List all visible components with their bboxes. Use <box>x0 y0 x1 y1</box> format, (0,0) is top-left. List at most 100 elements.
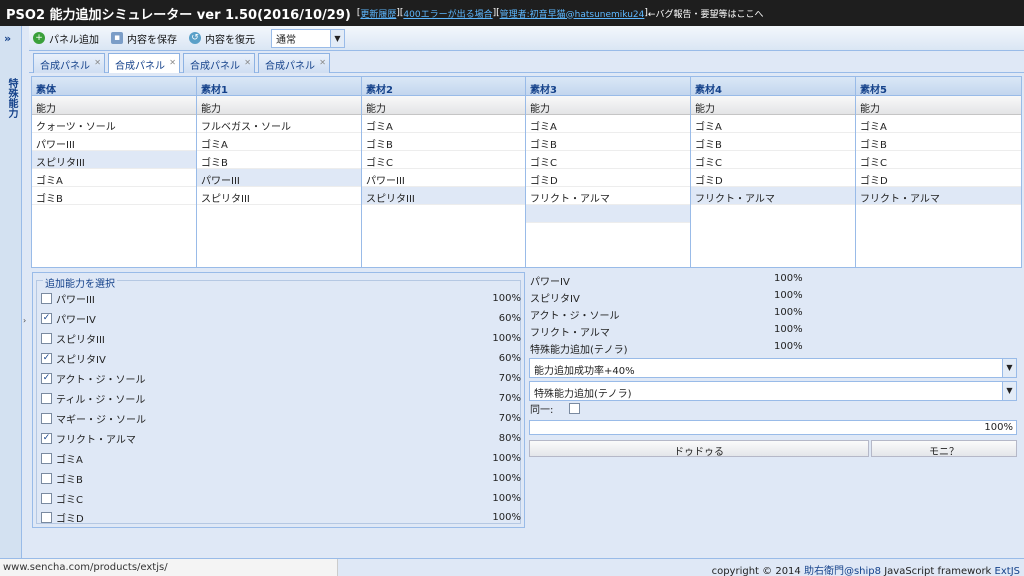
grid-row[interactable]: ゴミA <box>526 115 690 133</box>
admin-link[interactable]: 管理者:初音早猫@hatsunemiku24 <box>500 7 645 20</box>
grid-row[interactable]: パワーIII <box>197 169 361 187</box>
grid-row[interactable]: ゴミB <box>197 151 361 169</box>
grid-title: 素材4 <box>691 77 855 96</box>
grid-row[interactable]: フリクト・アルマ <box>856 187 1021 205</box>
grid-row[interactable]: ゴミB <box>362 133 525 151</box>
expand-sidebar-icon[interactable]: » <box>4 32 11 45</box>
grid-row[interactable]: ゴミC <box>691 151 855 169</box>
grid-row-empty[interactable] <box>526 205 690 223</box>
grid-row[interactable]: ゴミB <box>526 133 690 151</box>
close-icon[interactable]: ✕ <box>244 58 251 67</box>
checkbox[interactable]: ✓ <box>41 372 52 384</box>
bug-report-note: ←バグ報告・要望等はここへ <box>647 9 764 20</box>
result-row: 特殊能力追加(テノラ) 100% <box>530 339 830 356</box>
grid-row[interactable]: スピリタIII <box>197 187 361 205</box>
boost-item-select[interactable]: 能力追加成功率+40% ▼ <box>529 358 1017 378</box>
grid-row[interactable]: スピリタIII <box>32 151 196 169</box>
grid-row[interactable]: ゴミD <box>856 169 1021 187</box>
grid-row[interactable]: フリクト・アルマ <box>526 187 690 205</box>
grid-row[interactable]: ゴミB <box>32 187 196 205</box>
tab-panel-3[interactable]: 合成パネル ✕ <box>183 53 255 73</box>
grid-column-header[interactable]: 能力 <box>197 96 361 115</box>
grid-row[interactable]: フリクト・アルマ <box>691 187 855 205</box>
grid-row[interactable]: パワーIII <box>362 169 525 187</box>
ability-option[interactable]: ゴミC 100% <box>41 489 521 507</box>
tab-panel-1[interactable]: 合成パネル ✕ <box>33 53 105 73</box>
grid-row[interactable]: ゴミD <box>691 169 855 187</box>
grid-row[interactable]: ゴミC <box>856 151 1021 169</box>
tab-panel-4[interactable]: 合成パネル ✕ <box>258 53 330 73</box>
grid-column-header[interactable]: 能力 <box>526 96 690 115</box>
checkbox[interactable]: ✓ <box>41 312 52 324</box>
grid-row[interactable]: ゴミA <box>197 133 361 151</box>
grid-row[interactable]: スピリタIII <box>362 187 525 205</box>
result-row: パワーIV 100% <box>530 271 830 288</box>
mode-select[interactable]: 通常 ▼ <box>271 28 345 48</box>
grid-title: 素材5 <box>856 77 1021 96</box>
grid-row[interactable]: パワーIII <box>32 133 196 151</box>
grid-title: 素材1 <box>197 77 361 96</box>
extjs-link[interactable]: ExtJS <box>995 566 1020 576</box>
close-icon[interactable]: ✕ <box>319 58 326 67</box>
ability-option[interactable]: ✓ スピリタIV 60% <box>41 349 521 367</box>
copyright: copyright © 2014 助右衛門@ship8 JavaScript f… <box>712 562 1020 576</box>
progress-fill <box>530 421 1016 434</box>
ability-option[interactable]: スピリタIII 100% <box>41 329 521 347</box>
chevron-down-icon[interactable]: ▼ <box>1002 382 1016 400</box>
execute-button[interactable]: ドゥドゥる <box>529 440 869 458</box>
ability-option[interactable]: ✓ アクト・ジ・ソール 70% <box>41 369 521 387</box>
tab-label: 合成パネル <box>115 61 165 72</box>
ability-option[interactable]: ゴミB 100% <box>41 469 521 487</box>
sidebar-splitter[interactable]: › <box>22 26 29 558</box>
checkbox[interactable] <box>41 332 52 344</box>
grid-column-header[interactable]: 能力 <box>362 96 525 115</box>
checkbox[interactable] <box>41 511 52 523</box>
grid-row[interactable]: ゴミA <box>32 169 196 187</box>
grid-column-header[interactable]: 能力 <box>32 96 196 115</box>
close-icon[interactable]: ✕ <box>169 58 176 67</box>
checkbox[interactable] <box>41 492 52 504</box>
grid-row[interactable]: ゴミD <box>526 169 690 187</box>
checkbox[interactable]: ✓ <box>41 432 52 444</box>
checkbox[interactable] <box>41 392 52 404</box>
grid-row[interactable]: ゴミB <box>856 133 1021 151</box>
restore-content-button[interactable]: ↺ 内容を復元 <box>189 31 255 46</box>
chevron-down-icon[interactable]: ▼ <box>1002 359 1016 377</box>
tab-panel-2[interactable]: 合成パネル ✕ <box>108 53 180 74</box>
grid-row[interactable]: フルベガス・ソール <box>197 115 361 133</box>
grid-row[interactable]: ゴミC <box>526 151 690 169</box>
close-icon[interactable]: ✕ <box>94 58 101 67</box>
grid-row[interactable]: ゴミA <box>856 115 1021 133</box>
grid-row[interactable]: ゴミA <box>362 115 525 133</box>
checkbox[interactable] <box>41 452 52 464</box>
save-content-button[interactable]: ▪ 内容を保存 <box>111 31 177 46</box>
grid-column-header[interactable]: 能力 <box>691 96 855 115</box>
checkbox[interactable] <box>41 472 52 484</box>
ability-option[interactable]: マギー・ジ・ソール 70% <box>41 409 521 427</box>
chevron-down-icon[interactable]: ▼ <box>330 29 344 47</box>
changelog-link[interactable]: 更新履歴 <box>360 7 396 20</box>
checkbox[interactable]: ✓ <box>41 352 52 364</box>
checkbox[interactable] <box>41 292 52 304</box>
ability-option[interactable]: ✓ パワーIV 60% <box>41 309 521 327</box>
monitor-button[interactable]: モニ？ <box>871 440 1017 458</box>
ability-option[interactable]: パワーIII 100% <box>41 289 521 307</box>
grid-row[interactable]: ゴミB <box>691 133 855 151</box>
ability-option[interactable]: ゴミD 100% <box>41 508 521 526</box>
checkbox[interactable] <box>41 412 52 424</box>
add-panel-button[interactable]: + パネル追加 <box>33 31 99 46</box>
splitter-grip-icon[interactable]: › <box>23 316 26 325</box>
grid-column-header[interactable]: 能力 <box>856 96 1021 115</box>
special-item-select[interactable]: 特殊能力追加(テノラ) ▼ <box>529 381 1017 401</box>
grid-row[interactable]: クォーツ・ソール <box>32 115 196 133</box>
ability-option[interactable]: ゴミA 100% <box>41 449 521 467</box>
author-link[interactable]: 助右衛門@ship8 <box>804 566 881 576</box>
error-400-link[interactable]: 400エラーが出る場合 <box>403 7 492 20</box>
grid-title: 素体 <box>32 77 196 96</box>
grid-row[interactable]: ゴミA <box>691 115 855 133</box>
ability-option[interactable]: ✓ フリクト・アルマ 80% <box>41 429 521 447</box>
grid-row[interactable]: ゴミC <box>362 151 525 169</box>
same-checkbox[interactable] <box>569 403 581 414</box>
plus-icon: + <box>33 32 45 44</box>
ability-option[interactable]: ティル・ジ・ソール 70% <box>41 389 521 407</box>
